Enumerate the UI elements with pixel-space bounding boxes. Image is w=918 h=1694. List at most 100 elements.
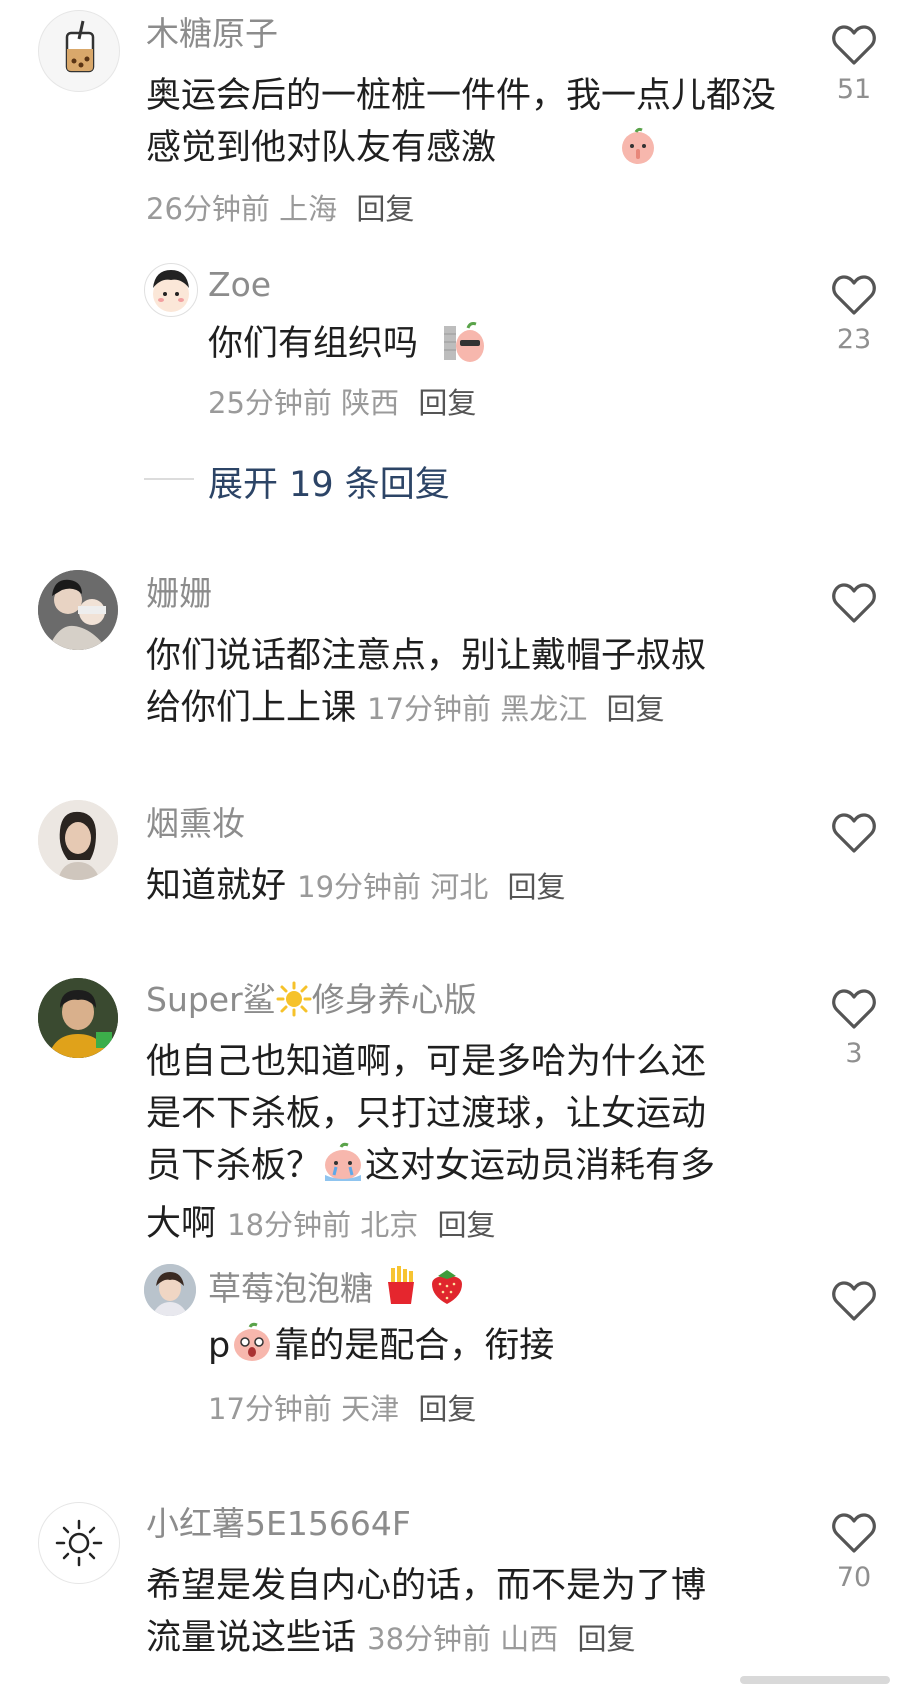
location: 山西 [500, 1622, 559, 1656]
timestamp: 38分钟前 [367, 1622, 492, 1656]
username[interactable]: 木糖原子 [146, 14, 278, 54]
reply-text: p 靠的是配合，衔接 [208, 1320, 768, 1378]
peach-shocked-emoji [230, 1321, 274, 1378]
comment-text: 他自己也知道啊，可是多哈为什么还 是不下杀板，只打过渡球，让女运动 员下杀板？ 这… [146, 1036, 826, 1251]
avatar[interactable] [38, 1502, 120, 1584]
avatar[interactable] [38, 570, 118, 650]
comment-text-part: 这对女运动员消耗有多 [365, 1146, 716, 1186]
comment-text-line: 员下杀板？ 这对女运动员消耗有多 [146, 1140, 826, 1198]
like-button[interactable]: 70 [824, 1512, 884, 1593]
heart-icon [832, 989, 876, 1029]
heart-icon [832, 813, 876, 853]
sun-emoji [276, 981, 312, 1026]
username-part: 修身养心版 [311, 980, 477, 1019]
timestamp: 17分钟前 [367, 692, 492, 726]
comment-text-tail: 给你们上上课 [146, 688, 357, 728]
reply-text-part: p [208, 1326, 231, 1366]
strawberry-emoji [428, 1266, 466, 1315]
username[interactable]: 草莓泡泡糖 [208, 1266, 466, 1315]
like-count: 3 [845, 1038, 863, 1069]
username[interactable]: 烟熏妆 [146, 804, 245, 844]
reply-button[interactable]: 回复 [418, 386, 476, 420]
reply-meta: 17分钟前 天津 回复 [208, 1386, 476, 1428]
comment-text-line: 给你们上上课 17分钟前 黑龙江 回复 [146, 682, 826, 735]
athlete-photo-avatar [38, 978, 118, 1058]
peach-sunglasses-emoji [442, 318, 488, 368]
bubble-tea-icon [65, 20, 95, 73]
expand-replies-button[interactable]: 展开 19 条回复 [208, 456, 450, 507]
couple-photo-avatar [38, 570, 118, 650]
username[interactable]: Super鲨 修身养心版 [146, 980, 477, 1026]
comment-text-line: 大啊 18分钟前 北京 回复 [146, 1198, 826, 1251]
comment-text-line: 他自己也知道啊，可是多哈为什么还 [146, 1042, 707, 1082]
reply-text: 你们有组织吗 [208, 324, 419, 364]
comment-meta: 18分钟前 北京 回复 [227, 1208, 495, 1242]
fries-emoji [384, 1266, 418, 1315]
like-button[interactable] [824, 812, 884, 892]
avatar[interactable] [144, 263, 198, 317]
heart-icon [832, 1281, 876, 1321]
like-button[interactable] [824, 1280, 884, 1360]
username[interactable]: 姗姗 [146, 574, 212, 614]
timestamp: 26分钟前 [146, 192, 270, 226]
like-count [824, 1330, 884, 1360]
avatar[interactable] [38, 978, 118, 1058]
like-count [824, 862, 884, 892]
comment-text-tail: 大啊 [146, 1204, 217, 1244]
heart-icon [832, 25, 876, 65]
comment-text-part: 员下杀板？ [146, 1146, 322, 1186]
username[interactable]: Zoe [208, 265, 271, 305]
reply-button[interactable]: 回复 [607, 692, 665, 726]
username-text: 草莓泡泡糖 [208, 1269, 373, 1308]
like-button[interactable]: 3 [824, 988, 884, 1069]
peach-crying-emoji [321, 1141, 365, 1198]
like-count: 70 [836, 1562, 872, 1593]
reply-button[interactable]: 回复 [578, 1622, 636, 1656]
timestamp: 25分钟前 [208, 386, 332, 420]
reply-meta: 25分钟前 陕西 回复 [208, 380, 476, 422]
comment-text-line: 知道就好 19分钟前 河北 回复 [146, 860, 786, 913]
like-count: 51 [836, 74, 872, 105]
comment-text-line: 是不下杀板，只打过渡球，让女运动 [146, 1094, 707, 1134]
reply-button[interactable]: 回复 [356, 192, 414, 226]
avatar[interactable] [144, 1264, 196, 1316]
scrollbar[interactable] [740, 1676, 890, 1684]
reply-button[interactable]: 回复 [418, 1392, 476, 1426]
comment-meta: 26分钟前 上海 回复 [146, 186, 414, 228]
location: 黑龙江 [500, 692, 588, 726]
reply-text-part: 靠的是配合，衔接 [274, 1326, 555, 1366]
comment-meta: 38分钟前 山西 回复 [367, 1622, 635, 1656]
comment-text-line: 你们说话都注意点，别让戴帽子叔叔 [146, 636, 707, 676]
like-button[interactable]: 23 [824, 274, 884, 355]
username-part: Super鲨 [146, 980, 276, 1019]
comment-text-line: 希望是发自内心的话，而不是为了博 [146, 1566, 707, 1606]
timestamp: 19分钟前 [297, 870, 422, 904]
woman-photo-avatar [38, 800, 118, 880]
like-button[interactable] [824, 582, 884, 662]
like-button[interactable]: 51 [824, 24, 884, 105]
comment-text-line: 流量说这些话 38分钟前 山西 回复 [146, 1612, 826, 1665]
heart-icon [832, 583, 876, 623]
timestamp: 17分钟前 [208, 1392, 332, 1426]
comment-text: 知道就好 [146, 866, 287, 906]
location: 北京 [360, 1208, 419, 1242]
like-count: 23 [836, 324, 872, 355]
like-count [824, 632, 884, 662]
expand-divider [144, 478, 194, 480]
comment-text: 希望是发自内心的话，而不是为了博 流量说这些话 38分钟前 山西 回复 [146, 1560, 826, 1665]
timestamp: 18分钟前 [227, 1208, 352, 1242]
comment-text-tail: 流量说这些话 [146, 1618, 357, 1658]
avatar[interactable] [38, 800, 118, 880]
username[interactable]: 小红薯5E15664F [146, 1504, 411, 1544]
location: 河北 [430, 870, 489, 904]
girl-photo-avatar [144, 1264, 196, 1316]
location: 天津 [341, 1392, 400, 1426]
reply-button[interactable]: 回复 [508, 870, 566, 904]
comment-meta: 19分钟前 河北 回复 [297, 870, 565, 904]
cartoon-face-icon [153, 270, 189, 312]
sun-icon [55, 1519, 103, 1567]
comment-text: 奥运会后的一桩桩一件件，我一点儿都没感觉到他对队友有感激 [146, 76, 777, 168]
reply-button[interactable]: 回复 [438, 1208, 496, 1242]
avatar[interactable] [38, 10, 120, 92]
heart-icon [832, 1513, 876, 1553]
